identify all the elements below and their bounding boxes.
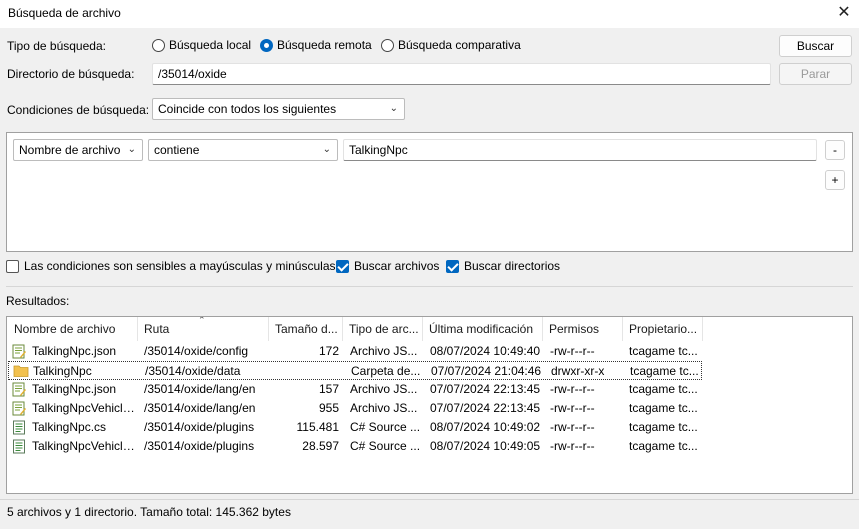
cell-type: Archivo JS... bbox=[350, 382, 418, 396]
radio-icon bbox=[152, 38, 165, 52]
json-file-icon bbox=[12, 401, 26, 416]
cell-type: Archivo JS... bbox=[350, 344, 418, 358]
directory-input[interactable]: /35014/oxide bbox=[152, 63, 771, 85]
cell-modified: 07/07/2024 22:13:45 bbox=[430, 382, 541, 396]
radio-local-search[interactable]: Búsqueda local bbox=[152, 38, 251, 52]
remove-condition-button[interactable]: - bbox=[825, 140, 845, 160]
checkbox-checked-icon bbox=[446, 259, 459, 273]
search-files-checkbox[interactable]: Buscar archivos bbox=[336, 259, 439, 273]
checkbox-icon bbox=[6, 259, 19, 273]
radio-icon bbox=[381, 38, 394, 52]
stop-button[interactable]: Parar bbox=[779, 63, 852, 85]
cell-size: 172 bbox=[318, 344, 339, 358]
table-row[interactable]: TalkingNpcVehicle... /35014/oxide/lang/en… bbox=[8, 399, 702, 418]
json-file-icon bbox=[12, 344, 26, 359]
cell-name: TalkingNpcVehicle... bbox=[32, 439, 138, 453]
divider bbox=[6, 286, 853, 287]
window-title: Búsqueda de archivo bbox=[8, 6, 121, 20]
search-button[interactable]: Buscar bbox=[779, 35, 852, 57]
cell-owner: tcagame tc... bbox=[629, 420, 698, 434]
column-header-name[interactable]: Nombre de archivo bbox=[8, 317, 138, 341]
cell-perms: -rw-r--r-- bbox=[550, 382, 595, 396]
cell-path: /35014/oxide/plugins bbox=[144, 439, 255, 453]
cell-size: 955 bbox=[318, 401, 339, 415]
folder-icon bbox=[13, 364, 29, 379]
cell-name: TalkingNpc.json bbox=[32, 382, 117, 396]
conditions-label: Condiciones de búsqueda: bbox=[7, 103, 150, 117]
cell-name: TalkingNpc.json bbox=[32, 344, 117, 358]
cell-type: Archivo JS... bbox=[350, 401, 418, 415]
cell-type: C# Source ... bbox=[350, 420, 421, 434]
cell-perms: drwxr-xr-x bbox=[551, 364, 605, 378]
column-header-type[interactable]: Tipo de arc... bbox=[343, 317, 423, 341]
cell-owner: tcagame tc... bbox=[629, 439, 698, 453]
column-header-modified[interactable]: Última modificación bbox=[423, 317, 543, 341]
chevron-down-icon: ⌄ bbox=[389, 103, 398, 114]
cs-file-icon bbox=[12, 439, 26, 454]
cell-modified: 08/07/2024 10:49:02 bbox=[430, 420, 541, 434]
directory-label: Directorio de búsqueda: bbox=[7, 67, 135, 81]
sort-ascending-icon: ⌃ bbox=[198, 317, 206, 325]
cell-size: 115.481 bbox=[296, 420, 340, 434]
cell-perms: -rw-r--r-- bbox=[550, 420, 595, 434]
cell-perms: -rw-r--r-- bbox=[550, 439, 595, 453]
cell-path: /35014/oxide/plugins bbox=[144, 420, 255, 434]
table-row[interactable]: TalkingNpc.cs/35014/oxide/plugins 115.481… bbox=[8, 418, 702, 437]
search-type-label: Tipo de búsqueda: bbox=[7, 39, 106, 53]
cell-owner: tcagame tc... bbox=[630, 364, 699, 378]
cell-owner: tcagame tc... bbox=[629, 344, 698, 358]
cell-size: 28.597 bbox=[302, 439, 339, 453]
table-row[interactable]: TalkingNpc.json/35014/oxide/config 172 Arc… bbox=[8, 342, 702, 361]
match-mode-select[interactable]: Coincide con todos los siguientes ⌄ bbox=[152, 98, 405, 120]
json-file-icon bbox=[12, 382, 26, 397]
results-list[interactable]: Nombre de archivo Ruta ⌃ Tamaño d... Tip… bbox=[6, 316, 853, 494]
cell-modified: 08/07/2024 10:49:05 bbox=[430, 439, 541, 453]
cell-type: C# Source ... bbox=[350, 439, 421, 453]
cell-path: /35014/oxide/config bbox=[144, 344, 249, 358]
cell-name: TalkingNpc bbox=[33, 364, 92, 378]
radio-selected-icon bbox=[260, 38, 273, 52]
condition-value-input[interactable]: TalkingNpc bbox=[343, 139, 817, 161]
results-label: Resultados: bbox=[6, 294, 70, 308]
cell-path: /35014/oxide/lang/en bbox=[144, 382, 256, 396]
chevron-down-icon: ⌄ bbox=[127, 144, 136, 155]
radio-compare-search[interactable]: Búsqueda comparativa bbox=[381, 38, 521, 52]
chevron-down-icon: ⌄ bbox=[322, 144, 331, 155]
table-row[interactable]: TalkingNpc.json/35014/oxide/lang/en 157 Ar… bbox=[8, 380, 702, 399]
condition-field-select[interactable]: Nombre de archivo ⌄ bbox=[13, 139, 143, 161]
title-bar bbox=[0, 0, 859, 28]
cell-type: Carpeta de... bbox=[351, 364, 421, 378]
cell-size: 157 bbox=[318, 382, 339, 396]
close-icon[interactable]: ✕ bbox=[833, 2, 855, 24]
column-header-size[interactable]: Tamaño d... bbox=[269, 317, 343, 341]
cell-modified: 07/07/2024 21:04:46 bbox=[431, 364, 542, 378]
table-row[interactable]: TalkingNpcVehicle... /35014/oxide/plugins… bbox=[8, 437, 702, 456]
cell-perms: -rw-r--r-- bbox=[550, 401, 595, 415]
checkbox-checked-icon bbox=[336, 259, 349, 273]
cell-perms: -rw-r--r-- bbox=[550, 344, 595, 358]
cs-file-icon bbox=[12, 420, 26, 435]
condition-operator-select[interactable]: contiene ⌄ bbox=[148, 139, 338, 161]
cell-path: /35014/oxide/lang/en bbox=[144, 401, 256, 415]
cell-size bbox=[271, 362, 340, 381]
cell-modified: 08/07/2024 10:49:40 bbox=[430, 344, 541, 358]
column-header-owner[interactable]: Propietario... bbox=[623, 317, 703, 341]
cell-name: TalkingNpc.cs bbox=[32, 420, 107, 434]
column-header-permissions[interactable]: Permisos bbox=[543, 317, 623, 341]
cell-path: /35014/oxide/data bbox=[145, 364, 241, 378]
search-dirs-checkbox[interactable]: Buscar directorios bbox=[446, 259, 560, 273]
cell-owner: tcagame tc... bbox=[629, 401, 698, 415]
case-sensitive-checkbox[interactable]: Las condiciones son sensibles a mayúscul… bbox=[6, 259, 336, 273]
cell-owner: tcagame tc... bbox=[629, 382, 698, 396]
column-header-path[interactable]: Ruta ⌃ bbox=[138, 317, 269, 341]
status-text: 5 archivos y 1 directorio. Tamaño total:… bbox=[7, 505, 291, 519]
table-row[interactable]: TalkingNpc/35014/oxide/data Carpeta de...… bbox=[8, 361, 702, 380]
add-condition-button[interactable]: + bbox=[825, 170, 845, 190]
cell-modified: 07/07/2024 22:13:45 bbox=[430, 401, 541, 415]
radio-remote-search[interactable]: Búsqueda remota bbox=[260, 38, 372, 52]
cell-name: TalkingNpcVehicle... bbox=[32, 401, 138, 415]
